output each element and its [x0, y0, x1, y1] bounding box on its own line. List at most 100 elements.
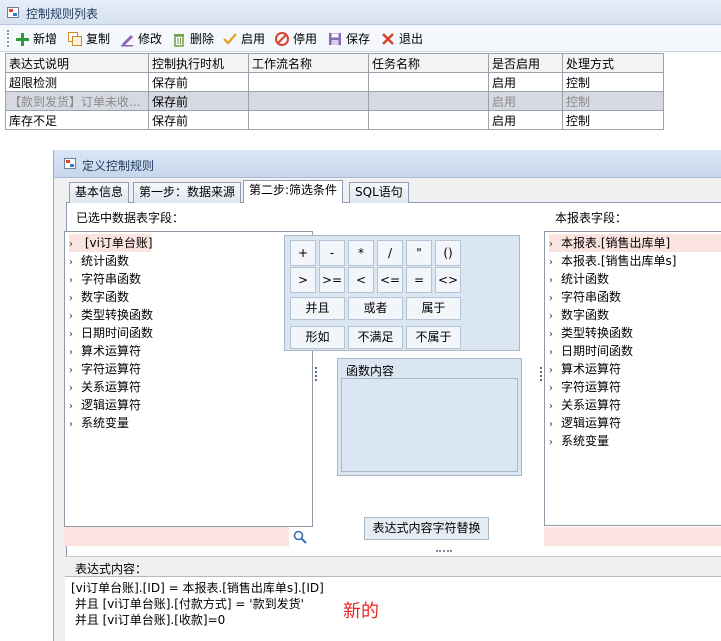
operator-button[interactable]: /: [377, 240, 403, 266]
right-splitter[interactable]: [540, 367, 542, 381]
tree-node[interactable]: › 算术运算符: [549, 360, 621, 378]
operator-button[interactable]: <=: [377, 267, 403, 293]
enable-label: 启用: [241, 32, 266, 46]
table-row[interactable]: 超限检测 保存前 启用 控制: [5, 72, 664, 92]
operator-button[interactable]: <>: [435, 267, 461, 293]
cell-timing[interactable]: 保存前: [148, 91, 249, 111]
tree-node[interactable]: › 类型转换函数: [549, 324, 633, 342]
chevron-right-icon[interactable]: ›: [549, 434, 561, 452]
replace-text-button[interactable]: 表达式内容字符替换: [364, 517, 489, 540]
operator-button[interactable]: 形如: [290, 326, 345, 349]
expression-line: 并且 [vi订单台账].[收款]=0: [71, 613, 226, 627]
expression-line: [vi订单台账].[ID] = 本报表.[销售出库单s].[ID]: [71, 581, 324, 595]
exit-button[interactable]: 退出: [380, 28, 423, 49]
tree-node[interactable]: › 算术运算符: [69, 342, 141, 360]
tree-node[interactable]: › 逻辑运算符: [69, 396, 141, 414]
chevron-right-icon[interactable]: ›: [69, 416, 81, 434]
report-fields-tree[interactable]: › 本报表.[销售出库单] › 本报表.[销售出库单s] › 统计函数 › 字符串函数 › 数字函…: [544, 231, 721, 526]
cell-expression[interactable]: 【款到发货】订单未收...: [5, 91, 149, 111]
tree-node-label: 逻辑运算符: [81, 398, 142, 412]
cell-handling[interactable]: 控制: [562, 91, 664, 111]
edit-button[interactable]: 修改: [119, 28, 162, 49]
column-header-task[interactable]: 任务名称: [368, 53, 489, 73]
operator-button[interactable]: 不满足: [348, 326, 403, 349]
tree-node[interactable]: › 本报表.[销售出库单s]: [549, 252, 676, 270]
tree-node[interactable]: › 统计函数: [549, 270, 609, 288]
column-header-timing[interactable]: 控制执行时机: [148, 53, 249, 73]
cell-enabled[interactable]: 启用: [488, 110, 563, 130]
cell-workflow[interactable]: [248, 91, 369, 111]
operator-button[interactable]: >=: [319, 267, 345, 293]
operator-button[interactable]: *: [348, 240, 374, 266]
tree-node[interactable]: › 字符串函数: [549, 288, 621, 306]
tree-node[interactable]: › 系统变量: [549, 432, 609, 450]
tree-node[interactable]: › 关系运算符: [549, 396, 621, 414]
operator-button[interactable]: 不属于: [406, 326, 461, 349]
tab-sql[interactable]: SQL语句: [349, 182, 409, 203]
cell-workflow[interactable]: [248, 72, 369, 92]
cell-handling[interactable]: 控制: [562, 110, 664, 130]
tree-node[interactable]: › 日期时间函数: [69, 324, 153, 342]
operator-button[interactable]: 或者: [348, 297, 403, 320]
selected-fields-tree[interactable]: › [vi订单台账] › 统计函数 › 字符串函数 › 数字函数 › 类型转换函数 › 日期时间函数…: [64, 231, 313, 527]
tab-basic-info[interactable]: 基本信息: [69, 182, 130, 203]
operator-button[interactable]: 并且: [290, 297, 345, 320]
column-header-enabled[interactable]: 是否启用: [488, 53, 563, 73]
cell-timing[interactable]: 保存前: [148, 110, 249, 130]
cell-timing[interactable]: 保存前: [148, 72, 249, 92]
cell-enabled[interactable]: 启用: [488, 91, 563, 111]
disable-button[interactable]: 停用: [274, 28, 317, 49]
operator-button[interactable]: (): [435, 240, 461, 266]
cell-workflow[interactable]: [248, 110, 369, 130]
toolbar: 新增 复制 修改 删除 启用 停用 保存 退出: [0, 25, 721, 52]
enable-button[interactable]: 启用: [222, 28, 265, 49]
tree-node[interactable]: › 字符运算符: [549, 378, 621, 396]
tab-data-source[interactable]: 第一步：数据来源: [133, 182, 242, 203]
search-field[interactable]: [64, 527, 289, 546]
cell-enabled[interactable]: 启用: [488, 72, 563, 92]
cell-task[interactable]: [368, 91, 489, 111]
operator-button[interactable]: <: [348, 267, 374, 293]
tree-node[interactable]: › 日期时间函数: [549, 342, 633, 360]
tree-node[interactable]: › 本报表.[销售出库单]: [549, 234, 721, 252]
tree-node[interactable]: › 系统变量: [69, 414, 129, 432]
column-header-workflow[interactable]: 工作流名称: [248, 53, 369, 73]
operator-button[interactable]: >: [290, 267, 316, 293]
function-content-area[interactable]: [341, 378, 518, 472]
tree-node[interactable]: › 字符运算符: [69, 360, 141, 378]
column-header-handling[interactable]: 处理方式: [562, 53, 664, 73]
cell-task[interactable]: [368, 110, 489, 130]
operator-button[interactable]: =: [406, 267, 432, 293]
column-header-expression[interactable]: 表达式说明: [5, 53, 149, 73]
report-search-field[interactable]: [544, 527, 721, 546]
tab-filter-conditions[interactable]: 第二步:筛选条件: [243, 180, 344, 204]
operator-button[interactable]: +: [290, 240, 316, 266]
copy-button[interactable]: 复制: [67, 28, 110, 49]
left-splitter[interactable]: [315, 367, 317, 381]
cell-handling[interactable]: 控制: [562, 72, 664, 92]
add-button[interactable]: 新增: [14, 28, 57, 49]
operator-button[interactable]: -: [319, 240, 345, 266]
operator-button[interactable]: ": [406, 240, 432, 266]
tree-node[interactable]: › 数字函数: [549, 306, 609, 324]
table-row-selected[interactable]: 【款到发货】订单未收... 保存前 启用 控制: [5, 91, 664, 111]
expression-editor[interactable]: [vi订单台账].[ID] = 本报表.[销售出库单s].[ID] 并且 [vi…: [65, 576, 721, 641]
tree-node[interactable]: › 字符串函数: [69, 270, 141, 288]
tree-node[interactable]: › 关系运算符: [69, 378, 141, 396]
table-row[interactable]: 库存不足 保存前 启用 控制: [5, 110, 664, 130]
rules-grid[interactable]: 表达式说明 控制执行时机 工作流名称 任务名称 是否启用 处理方式 超限检测 保…: [5, 53, 664, 130]
search-icon[interactable]: [293, 530, 307, 547]
operator-button[interactable]: 属于: [406, 297, 461, 320]
tree-node[interactable]: › 类型转换函数: [69, 306, 153, 324]
bottom-splitter[interactable]: [436, 550, 452, 552]
cell-task[interactable]: [368, 72, 489, 92]
cell-expression[interactable]: 超限检测: [5, 72, 149, 92]
expression-header: 表达式内容：: [65, 556, 721, 576]
delete-button[interactable]: 删除: [171, 28, 214, 49]
tree-node[interactable]: › 逻辑运算符: [549, 414, 621, 432]
tree-node[interactable]: › 数字函数: [69, 288, 129, 306]
cell-expression[interactable]: 库存不足: [5, 110, 149, 130]
tree-node[interactable]: › [vi订单台账]: [69, 234, 153, 252]
save-button[interactable]: 保存: [327, 28, 370, 49]
tree-node[interactable]: › 统计函数: [69, 252, 129, 270]
